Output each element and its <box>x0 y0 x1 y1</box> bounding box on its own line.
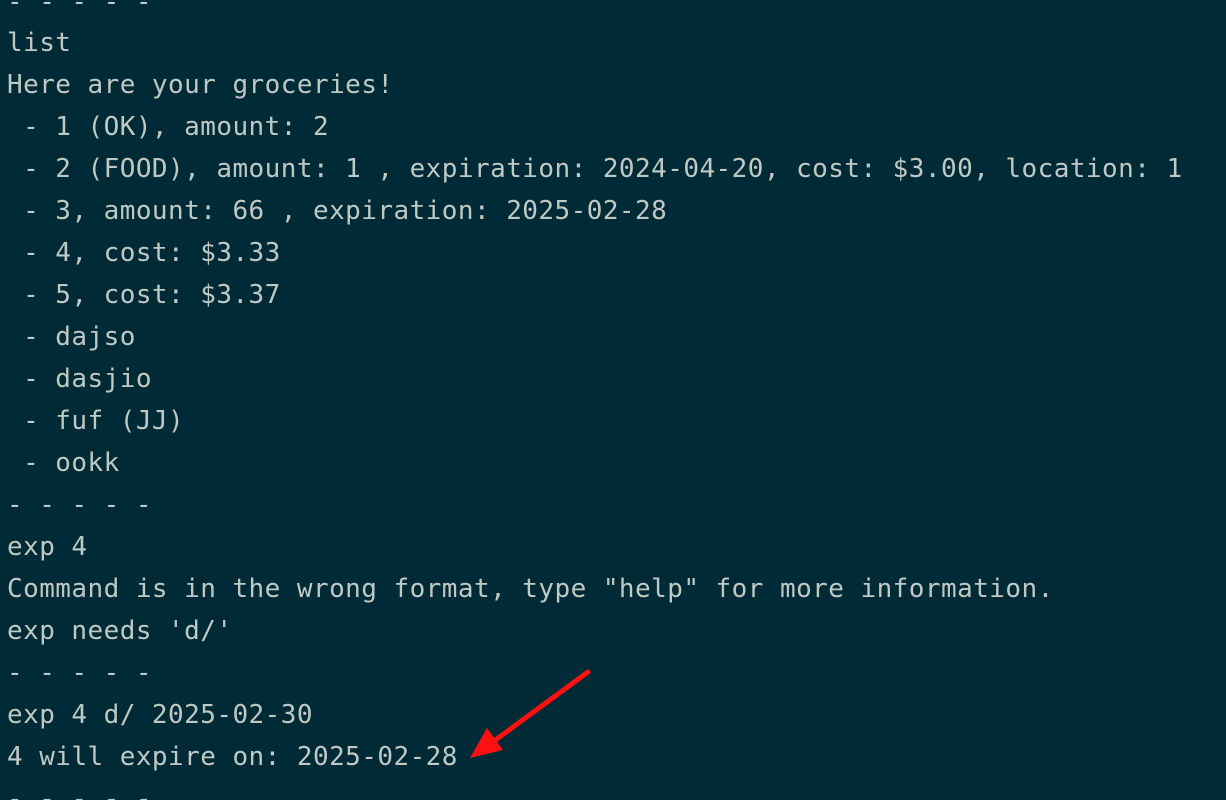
separator-line: - - - - - <box>7 784 152 800</box>
command-line-exp: exp 4 <box>7 532 88 562</box>
error-message-line: exp needs 'd/' <box>7 616 233 646</box>
grocery-list-item: - 3, amount: 66 , expiration: 2025-02-28 <box>7 196 668 226</box>
separator-line: - - - - - <box>7 658 152 688</box>
output-line-header: Here are your groceries! <box>7 70 394 100</box>
grocery-list-item: - ookk <box>7 448 120 478</box>
command-line-exp: exp 4 d/ 2025-02-30 <box>7 700 313 730</box>
output-line-expiry: 4 will expire on: 2025-02-28 <box>7 742 458 772</box>
grocery-list-item: - dajso <box>7 322 136 352</box>
terminal-window[interactable]: - - - - - list Here are your groceries! … <box>0 0 1226 800</box>
grocery-list-item: - 2 (FOOD), amount: 1 , expiration: 2024… <box>7 154 1183 184</box>
grocery-list-item: - dasjio <box>7 364 152 394</box>
grocery-list-item: - 4, cost: $3.33 <box>7 238 281 268</box>
grocery-list-item: - 5, cost: $3.37 <box>7 280 281 310</box>
grocery-list-item: - 1 (OK), amount: 2 <box>7 112 330 142</box>
separator-line: - - - - - <box>7 490 152 520</box>
grocery-list-item: - fuf (JJ) <box>7 406 185 436</box>
error-message-line: Command is in the wrong format, type "he… <box>7 574 1054 604</box>
command-line-list: list <box>7 28 72 58</box>
separator-line: - - - - - <box>7 0 152 17</box>
